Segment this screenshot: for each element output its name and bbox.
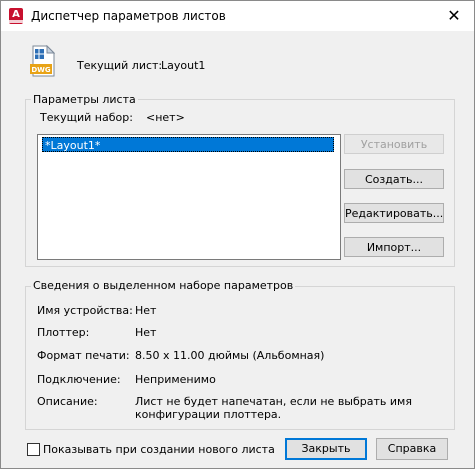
page-setup-manager-dialog: A Диспетчер параметров листов ✕ DWG Теку… xyxy=(0,0,475,469)
dwg-file-icon: DWG xyxy=(30,45,55,77)
device-name-value: Нет xyxy=(135,304,157,317)
plotter-label: Плоттер: xyxy=(37,326,90,339)
title-bar: A Диспетчер параметров листов ✕ xyxy=(1,1,474,31)
help-button[interactable]: Справка xyxy=(376,438,448,460)
show-on-new-layout-checkbox[interactable] xyxy=(27,443,40,456)
current-sheet-value: Layout1 xyxy=(161,59,206,72)
description-label: Описание: xyxy=(37,395,98,408)
description-value-line1: Лист не будет напечатан, если не выбрать… xyxy=(135,395,412,408)
close-button[interactable]: Закрыть xyxy=(285,438,367,460)
page-setup-list[interactable]: *Layout1* xyxy=(37,134,341,260)
list-item[interactable]: *Layout1* xyxy=(42,137,334,152)
current-set-value: <нет> xyxy=(146,111,185,124)
current-set-label: Текущий набор: xyxy=(40,111,133,124)
close-icon[interactable]: ✕ xyxy=(444,6,464,26)
modify-button[interactable]: Редактировать... xyxy=(344,203,444,223)
plot-size-label: Формат печати: xyxy=(37,349,130,362)
where-label: Подключение: xyxy=(37,373,121,386)
plotter-value: Нет xyxy=(135,326,157,339)
new-button[interactable]: Создать... xyxy=(344,169,444,189)
autocad-app-icon: A xyxy=(9,8,23,24)
details-group-title: Сведения о выделенном наборе параметров xyxy=(31,279,296,292)
device-name-label: Имя устройства: xyxy=(37,304,133,317)
plot-size-value: 8.50 x 11.00 дюймы (Альбомная) xyxy=(135,349,325,362)
sheet-params-group-title: Параметры листа xyxy=(31,93,138,106)
show-on-new-layout-label[interactable]: Показывать при создании нового листа xyxy=(43,443,275,456)
window-title: Диспетчер параметров листов xyxy=(31,9,226,23)
import-button[interactable]: Импорт... xyxy=(344,237,444,257)
set-current-button[interactable]: Установить xyxy=(344,134,444,154)
current-sheet-label: Текущий лист: xyxy=(77,59,163,72)
dwg-icon-text: DWG xyxy=(31,66,51,74)
where-value: Неприменимо xyxy=(135,373,216,386)
description-value-line2: конфигурации плоттера. xyxy=(135,408,282,421)
